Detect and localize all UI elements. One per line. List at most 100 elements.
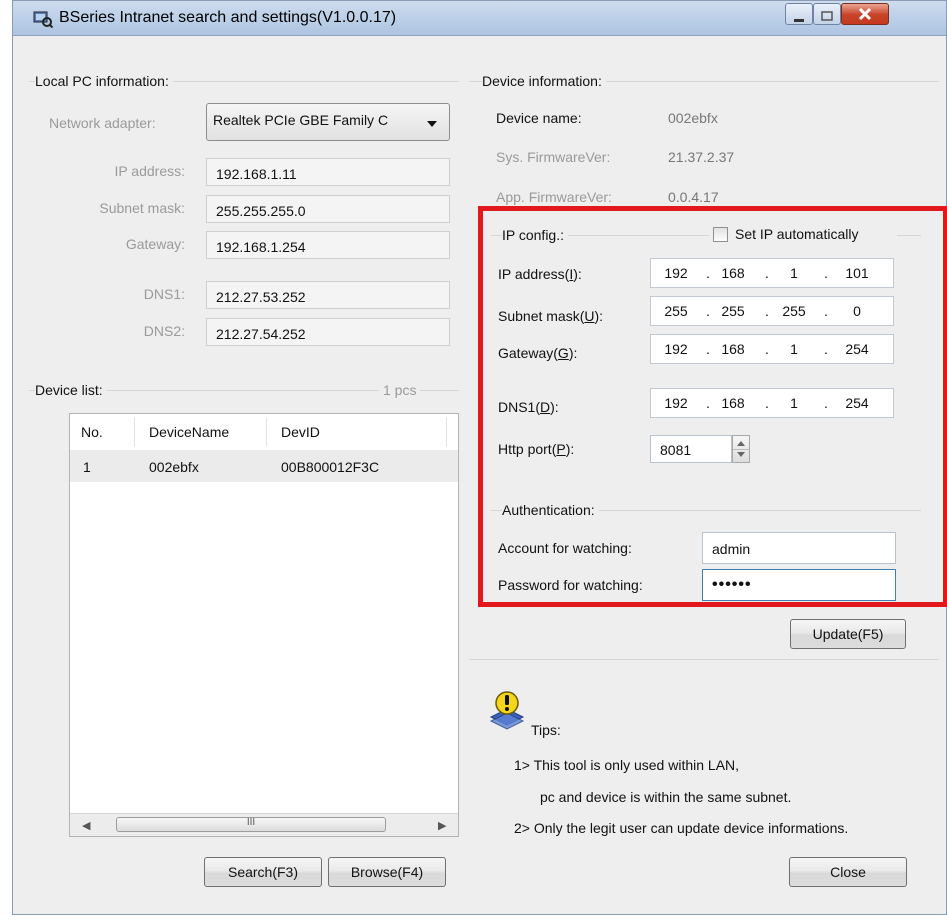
- auto-ip-checkbox-row[interactable]: Set IP automatically: [709, 225, 897, 245]
- device-count: 1 pcs: [379, 382, 421, 398]
- http-port-field[interactable]: 8081: [650, 435, 732, 463]
- ip-dot: .: [824, 341, 828, 357]
- tips-title: Tips:: [531, 722, 561, 738]
- dns-octet-1[interactable]: 192: [659, 395, 693, 411]
- device-list[interactable]: No. DeviceName DevID 1 002ebfx 00B800012…: [69, 413, 459, 837]
- chevron-down-icon: [427, 121, 437, 127]
- ip-dot: .: [765, 395, 769, 411]
- update-button[interactable]: Update(F5): [790, 619, 906, 649]
- sys-firmware-value: 21.37.2.37: [668, 149, 735, 165]
- horizontal-scrollbar[interactable]: ◀ III ▶: [70, 813, 458, 836]
- table-row[interactable]: 1 002ebfx 00B800012F3C: [70, 450, 458, 482]
- local-dns2-label: DNS2:: [143, 323, 185, 339]
- password-input[interactable]: ••••••: [702, 569, 896, 601]
- row-dev-id: 00B800012F3C: [281, 459, 380, 475]
- title-bar[interactable]: BSeries Intranet search and settings(V1.…: [13, 1, 946, 36]
- device-info-group-label: Device information:: [482, 73, 606, 89]
- gw-octet-4[interactable]: 254: [840, 341, 874, 357]
- app-firmware-label: App. FirmwareVer:: [496, 189, 612, 205]
- mask-octet-1[interactable]: 255: [659, 303, 693, 319]
- network-adapter-value: Realtek PCIe GBE Family C: [213, 112, 389, 128]
- network-adapter-select[interactable]: Realtek PCIe GBE Family C: [206, 103, 450, 141]
- password-label: Password for watching:: [498, 577, 643, 593]
- device-name-value: 002ebfx: [668, 110, 718, 126]
- row-device-name: 002ebfx: [149, 459, 199, 475]
- close-icon: [842, 7, 888, 24]
- dns-octet-4[interactable]: 254: [840, 395, 874, 411]
- column-header-no[interactable]: No.: [81, 424, 103, 440]
- app-firmware-value: 0.0.4.17: [668, 189, 719, 205]
- gateway-label: Gateway(G):: [498, 345, 578, 361]
- column-divider[interactable]: [446, 418, 447, 446]
- close-window-button[interactable]: [841, 3, 889, 25]
- scroll-right-icon[interactable]: ▶: [438, 819, 446, 832]
- device-list-header: No. DeviceName DevID: [70, 414, 458, 451]
- device-name-label: Device name:: [496, 110, 582, 126]
- ip-octet-4[interactable]: 101: [840, 265, 874, 281]
- network-adapter-label: Network adapter:: [49, 115, 156, 131]
- mask-octet-4[interactable]: 0: [840, 303, 874, 319]
- gw-octet-3[interactable]: 1: [777, 341, 811, 357]
- column-header-devid[interactable]: DevID: [281, 424, 320, 440]
- browse-button[interactable]: Browse(F4): [328, 857, 446, 887]
- ip-dot: .: [706, 303, 710, 319]
- ip-address-label: IP address(I):: [498, 266, 582, 282]
- gateway-field[interactable]: 192 . 168 . 1 . 254: [650, 334, 894, 364]
- gw-octet-2[interactable]: 168: [716, 341, 750, 357]
- ip-octet-2[interactable]: 168: [716, 265, 750, 281]
- auth-group-label: Authentication:: [502, 502, 599, 518]
- search-button[interactable]: Search(F3): [204, 857, 322, 887]
- scrollbar-grip: III: [246, 817, 256, 828]
- mask-octet-2[interactable]: 255: [716, 303, 750, 319]
- ip-octet-3[interactable]: 1: [777, 265, 811, 281]
- local-dns1-label: DNS1:: [143, 286, 185, 302]
- spin-down-icon[interactable]: [737, 452, 745, 457]
- ip-dot: .: [706, 265, 710, 281]
- auto-ip-checkbox[interactable]: [713, 227, 728, 242]
- local-mask-field: 255.255.255.0: [206, 195, 450, 223]
- ip-dot: .: [824, 395, 828, 411]
- tip-line-3: 2> Only the legit user can update device…: [514, 820, 849, 836]
- subnet-mask-field[interactable]: 255 . 255 . 255 . 0: [650, 296, 894, 326]
- minimize-button[interactable]: [785, 3, 813, 25]
- warning-tip-icon: [489, 691, 525, 730]
- device-list-group-label: Device list:: [35, 382, 107, 398]
- mask-octet-3[interactable]: 255: [777, 303, 811, 319]
- http-port-label: Http port(P):: [498, 441, 575, 457]
- local-mask-label: Subnet mask:: [99, 200, 185, 216]
- dns-octet-2[interactable]: 168: [716, 395, 750, 411]
- ip-dot: .: [765, 265, 769, 281]
- ip-dot: .: [765, 303, 769, 319]
- window-title: BSeries Intranet search and settings(V1.…: [59, 9, 397, 26]
- gw-octet-1[interactable]: 192: [659, 341, 693, 357]
- column-divider[interactable]: [266, 418, 267, 446]
- local-gateway-label: Gateway:: [125, 236, 185, 252]
- auto-ip-label: Set IP automatically: [735, 226, 859, 242]
- local-gateway-field: 192.168.1.254: [206, 231, 450, 259]
- minimize-icon: [786, 9, 812, 25]
- main-window: BSeries Intranet search and settings(V1.…: [12, 0, 947, 915]
- local-ip-field: 192.168.1.11: [206, 158, 450, 186]
- http-port-spinner[interactable]: [732, 435, 750, 463]
- ip-octet-1[interactable]: 192: [659, 265, 693, 281]
- column-header-devicename[interactable]: DeviceName: [149, 424, 229, 440]
- account-input[interactable]: admin: [702, 532, 896, 564]
- close-button[interactable]: Close: [789, 857, 907, 887]
- ip-dot: .: [706, 341, 710, 357]
- row-no: 1: [83, 459, 91, 475]
- dns1-field[interactable]: 192 . 168 . 1 . 254: [650, 388, 894, 418]
- column-divider[interactable]: [134, 418, 135, 446]
- ip-dot: .: [824, 303, 828, 319]
- dns-octet-3[interactable]: 1: [777, 395, 811, 411]
- spin-up-icon[interactable]: [737, 441, 745, 446]
- subnet-mask-label: Subnet mask(U):: [498, 308, 604, 324]
- ip-dot: .: [706, 395, 710, 411]
- scroll-left-icon[interactable]: ◀: [82, 819, 90, 832]
- scrollbar-thumb[interactable]: III: [116, 817, 386, 832]
- ip-dot: .: [765, 341, 769, 357]
- maximize-button[interactable]: [813, 3, 841, 25]
- local-dns1-field: 212.27.53.252: [206, 281, 450, 309]
- account-label: Account for watching:: [498, 540, 632, 556]
- ip-address-field[interactable]: 192 . 168 . 1 . 101: [650, 258, 894, 288]
- device-info-bottom-line: [469, 659, 939, 660]
